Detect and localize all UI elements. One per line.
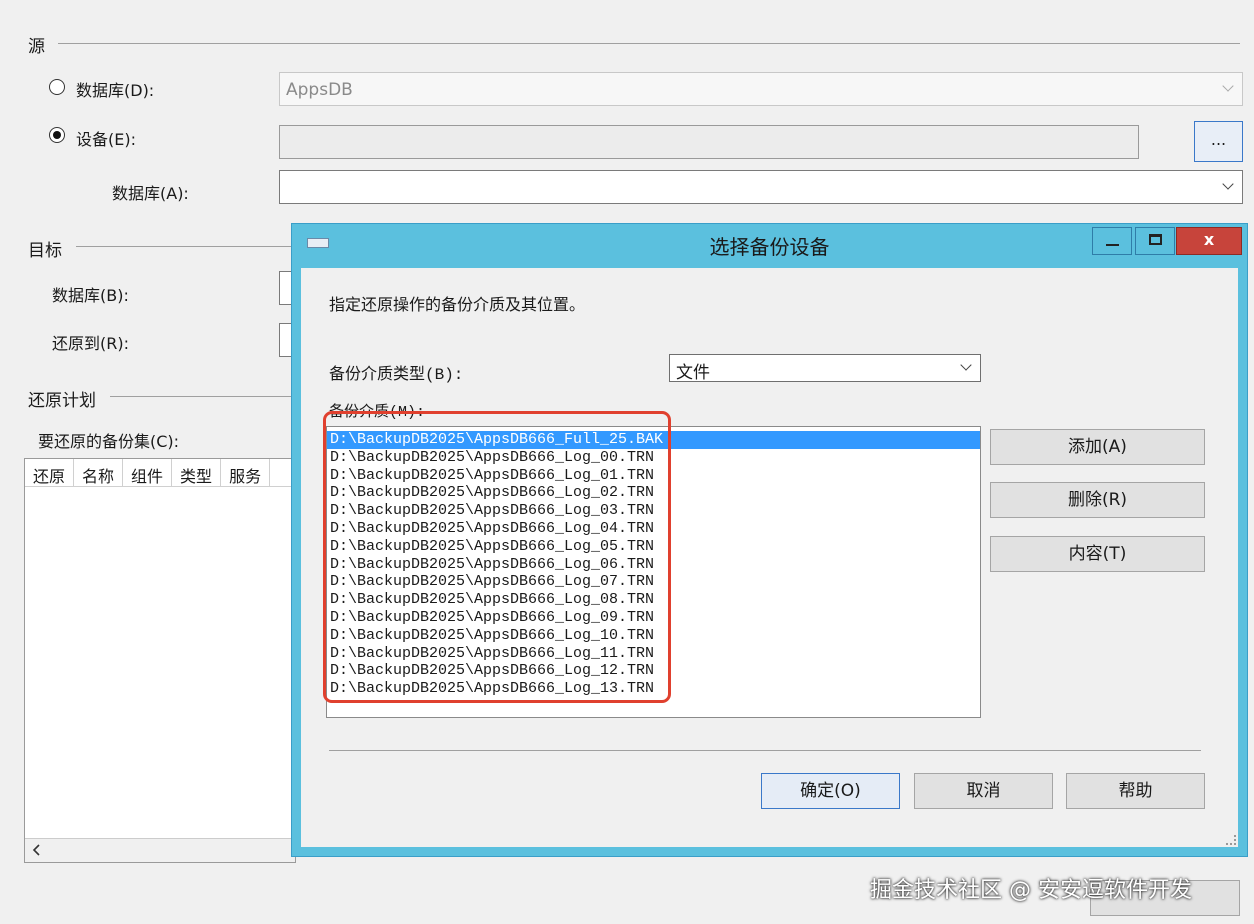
backup-sets-grid[interactable]: 还原 名称 组件 类型 服务 bbox=[24, 458, 296, 863]
media-highlight-box bbox=[323, 411, 671, 703]
source-database-value: AppsDB bbox=[286, 80, 353, 100]
browse-devices-button[interactable]: ... bbox=[1194, 121, 1243, 162]
help-button[interactable]: 帮助 bbox=[1066, 773, 1205, 809]
restore-to-label: 还原到(R): bbox=[52, 334, 129, 353]
device-radio[interactable] bbox=[49, 127, 65, 143]
horizontal-scrollbar[interactable] bbox=[25, 838, 295, 862]
watermark-text: 掘金技术社区 @ 安安逗软件开发 bbox=[870, 878, 1192, 903]
minimize-icon bbox=[1106, 244, 1119, 246]
cancel-button[interactable]: 取消 bbox=[914, 773, 1053, 809]
target-database-label: 数据库(B): bbox=[52, 286, 129, 305]
minimize-button[interactable] bbox=[1092, 227, 1132, 255]
device-database-combo[interactable] bbox=[279, 170, 1243, 204]
target-section-title: 目标 bbox=[28, 241, 62, 261]
column-component[interactable]: 组件 bbox=[123, 459, 173, 486]
add-button[interactable]: 添加(A) bbox=[990, 429, 1205, 465]
backup-sets-label: 要还原的备份集(C): bbox=[38, 432, 180, 451]
column-restore[interactable]: 还原 bbox=[25, 459, 75, 486]
ok-button[interactable]: 确定(O) bbox=[761, 773, 900, 809]
media-type-label: 备份介质类型(B): bbox=[329, 366, 464, 384]
database-radio-label: 数据库(D): bbox=[76, 81, 155, 100]
database-radio[interactable] bbox=[49, 79, 65, 95]
dialog-body: 指定还原操作的备份介质及其位置。 备份介质类型(B): 文件 备份介质(M): … bbox=[301, 268, 1238, 847]
maximize-button[interactable] bbox=[1135, 227, 1175, 255]
device-path-field[interactable] bbox=[279, 125, 1139, 159]
close-button[interactable]: x bbox=[1176, 227, 1242, 255]
column-name[interactable]: 名称 bbox=[74, 459, 124, 486]
resize-grip-icon[interactable] bbox=[1226, 835, 1236, 845]
chevron-down-icon bbox=[1222, 81, 1234, 93]
media-type-value: 文件 bbox=[676, 363, 710, 383]
chevron-down-icon bbox=[960, 360, 972, 372]
close-icon: x bbox=[1203, 230, 1215, 249]
dialog-instruction: 指定还原操作的备份介质及其位置。 bbox=[329, 295, 586, 314]
scroll-left-arrow-icon[interactable] bbox=[29, 842, 45, 858]
target-divider bbox=[76, 246, 291, 247]
contents-button[interactable]: 内容(T) bbox=[990, 536, 1205, 572]
select-backup-devices-dialog: 选择备份设备 x 指定还原操作的备份介质及其位置。 备份介质类型(B): 文件 … bbox=[291, 223, 1248, 857]
column-server[interactable]: 服务 bbox=[221, 459, 271, 486]
device-radio-label: 设备(E): bbox=[76, 130, 136, 149]
plan-divider bbox=[110, 396, 291, 397]
column-type[interactable]: 类型 bbox=[172, 459, 222, 486]
dialog-divider bbox=[329, 750, 1201, 751]
source-section-title: 源 bbox=[28, 37, 45, 57]
remove-button[interactable]: 删除(R) bbox=[990, 482, 1205, 518]
chevron-down-icon bbox=[1222, 179, 1234, 191]
maximize-icon bbox=[1149, 234, 1162, 245]
source-database-combo[interactable]: AppsDB bbox=[279, 72, 1243, 106]
source-divider bbox=[58, 43, 1240, 44]
media-type-combo[interactable]: 文件 bbox=[669, 354, 981, 383]
plan-section-title: 还原计划 bbox=[28, 391, 96, 411]
device-database-label: 数据库(A): bbox=[112, 184, 189, 203]
grid-header: 还原 名称 组件 类型 服务 bbox=[25, 459, 295, 487]
